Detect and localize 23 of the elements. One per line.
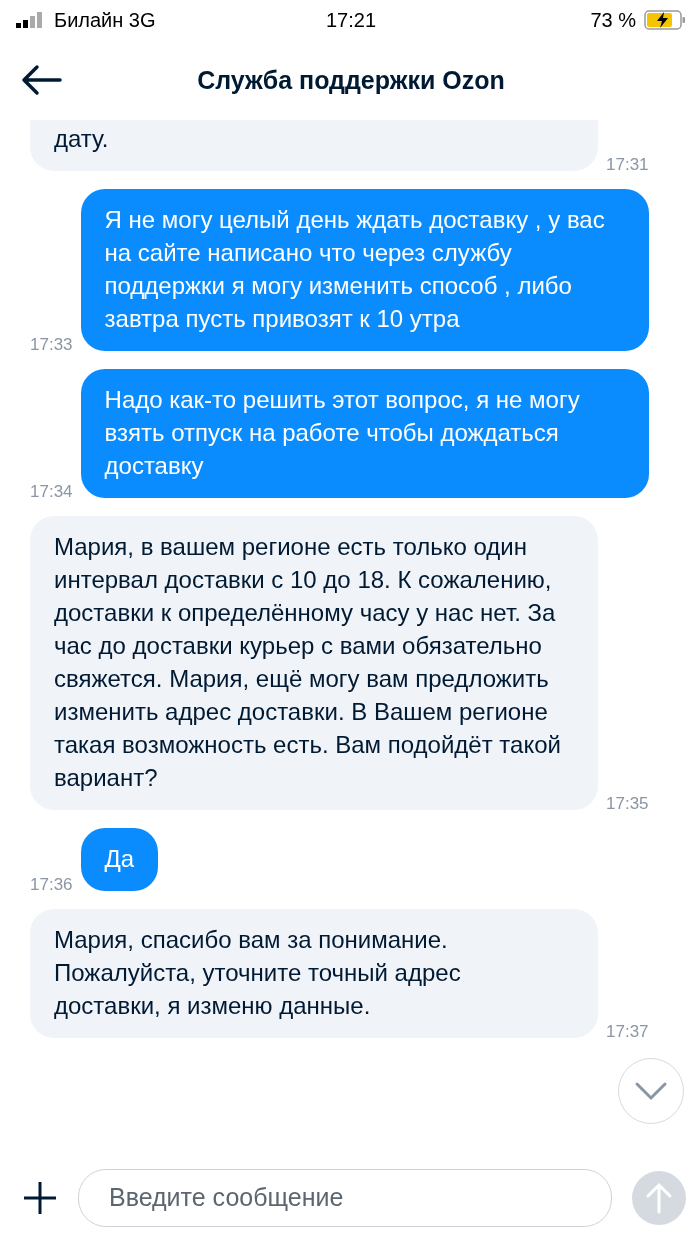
arrow-up-icon xyxy=(645,1181,673,1214)
message-bubble: Надо как-то решить этот вопрос, я не могу взять отпуск на работе чтобы дождаться доставку xyxy=(80,369,649,498)
back-button[interactable] xyxy=(20,64,62,96)
message-time: 17:36 xyxy=(30,875,73,895)
message-time: 17:35 xyxy=(606,794,649,814)
plus-icon xyxy=(22,1179,58,1216)
message-bubble: Я не могу целый день ждать доставку , у вас на сайте написано что через службу поддержки я могу изменить способ , либо завтра пусть привозят к 10 утра xyxy=(80,189,649,351)
message-bubble: дату. xyxy=(30,120,598,171)
message-input[interactable]: Введите сообщение xyxy=(78,1168,612,1227)
chevron-down-icon xyxy=(634,1081,668,1101)
message-time: 17:31 xyxy=(606,155,649,175)
message-bubble: Да xyxy=(80,828,159,891)
chat-title: Служба поддержки Ozon xyxy=(196,65,506,95)
back-arrow-icon xyxy=(20,64,62,96)
message-bubble: Мария, в вашем регионе есть только один интервал доставки с 10 до 18. К сожалению, доставки к определённому часу у нас нет. За час до доставки курьер с вами обязательно свяжется. Мария, ещё могу вам предложить изменить адрес доставки. В Вашем регионе такая возможность есть. Вам подойдёт такой вариант? xyxy=(30,516,598,810)
carrier-name: Билайн 3G xyxy=(54,8,156,32)
clock: 17:21 xyxy=(325,8,377,32)
message-time: 17:34 xyxy=(30,482,73,502)
message-time: 17:33 xyxy=(30,335,73,355)
battery-percent: 73 % xyxy=(590,8,636,32)
add-button[interactable] xyxy=(22,1179,58,1216)
message-time: 17:37 xyxy=(606,1022,649,1042)
message-bubble: Мария, спасибо вам за понимание. Пожалуйста, уточните точный адрес доставки, я изменю данные. xyxy=(30,909,598,1038)
